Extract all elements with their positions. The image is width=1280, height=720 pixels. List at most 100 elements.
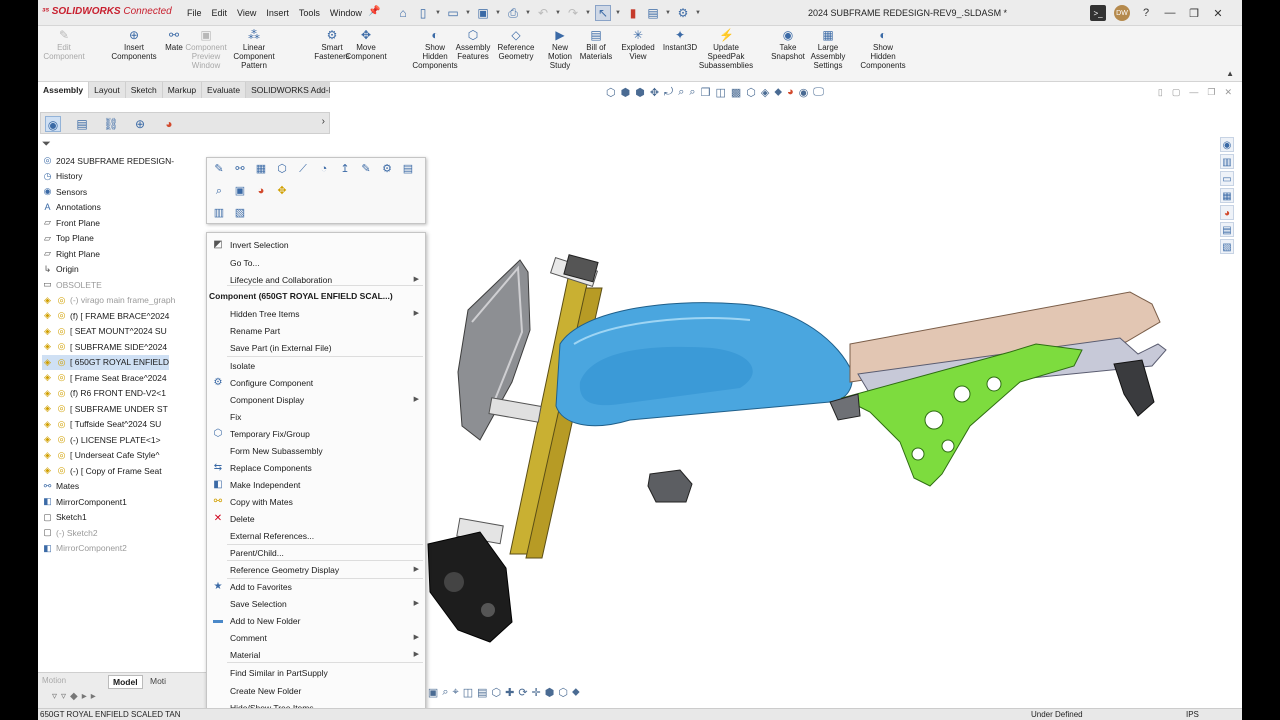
- menu-item[interactable]: Create New Folder: [207, 683, 425, 699]
- menu-item[interactable]: Hidden Tree Items ▶: [207, 306, 425, 322]
- menu-item[interactable]: Material ▶: [207, 647, 425, 663]
- display-manager-tab-icon[interactable]: ◕: [161, 116, 177, 132]
- tree-item[interactable]: ◈ ◎ [ Frame Seat Brace^2024: [42, 370, 167, 385]
- expand-arrow-icon[interactable]: ◈: [42, 295, 53, 306]
- save-icon[interactable]: ▣: [475, 5, 491, 21]
- menu-insert[interactable]: Insert: [266, 8, 289, 18]
- tree-item[interactable]: ◈ ◎ (f) [ FRAME BRACE^2024: [42, 308, 169, 323]
- assembly-model-view[interactable]: [330, 82, 1242, 708]
- chevron-down-icon[interactable]: ▼: [435, 10, 441, 16]
- tab-sketch[interactable]: Sketch: [125, 82, 163, 98]
- file-explorer-icon[interactable]: ▭: [1220, 171, 1234, 186]
- menu-item[interactable]: Save Selection ▶: [207, 596, 425, 612]
- dimxpert-tab-icon[interactable]: ⊕: [132, 116, 148, 132]
- menu-edit[interactable]: Edit: [212, 8, 228, 18]
- solidworks-logo[interactable]: ᶟˢ SOLIDWORKS Connected: [42, 6, 172, 17]
- redo-icon[interactable]: ↷: [565, 5, 581, 21]
- expand-arrow-icon[interactable]: ◈: [42, 388, 53, 399]
- tree-item[interactable]: ◈ ◎ [ Underseat Cafe Style^: [42, 448, 159, 463]
- tree-item[interactable]: ◈ ◎ (-) virago main frame_graph: [42, 293, 175, 308]
- custom-properties-icon[interactable]: ▤: [1220, 222, 1234, 237]
- tab-markup[interactable]: Markup: [162, 82, 203, 98]
- toolbar-icon[interactable]: ▣: [428, 686, 438, 699]
- rebuild-icon[interactable]: ▮: [625, 5, 641, 21]
- menu-item[interactable]: ⚙ Configure Component: [207, 375, 425, 391]
- toolbar-icon[interactable]: ✛: [532, 686, 541, 699]
- chevron-down-icon[interactable]: ▼: [585, 10, 591, 16]
- tree-item[interactable]: ◈ ◎ [ SEAT MOUNT^2024 SU: [42, 324, 167, 339]
- minimize-icon[interactable]: —: [1162, 5, 1178, 21]
- tree-item[interactable]: A Annotations: [42, 200, 100, 215]
- hide-icon[interactable]: ◔: [317, 162, 331, 176]
- menu-tools[interactable]: Tools: [299, 8, 320, 18]
- toolbar-icon[interactable]: ⌕: [442, 686, 448, 699]
- menu-item[interactable]: Save Part (in External File): [207, 340, 425, 356]
- command-prompt-icon[interactable]: >_: [1090, 5, 1106, 21]
- properties-icon[interactable]: ▤: [401, 162, 415, 176]
- tree-item[interactable]: ↳ Origin: [42, 262, 79, 277]
- design-library-icon[interactable]: ▥: [1220, 154, 1234, 169]
- tree-item[interactable]: ◧ MirrorComponent1: [42, 494, 127, 509]
- expand-arrow-icon[interactable]: ◈: [42, 419, 53, 430]
- appearance-color-icon[interactable]: ◕: [254, 184, 268, 198]
- property-manager-tab-icon[interactable]: ▤: [74, 116, 90, 132]
- zoom-to-selection-icon[interactable]: ⌕: [212, 184, 226, 198]
- menu-item[interactable]: Isolate: [207, 358, 425, 374]
- edit-part-icon[interactable]: ✎: [212, 162, 226, 176]
- menu-item[interactable]: Component Display ▶: [207, 392, 425, 408]
- tree-item[interactable]: ▭ OBSOLETE: [42, 277, 102, 292]
- restore-icon[interactable]: ❐: [1186, 5, 1202, 21]
- new-document-icon[interactable]: ▯: [415, 5, 431, 21]
- tree-item[interactable]: ▱ Right Plane: [42, 246, 100, 261]
- configuration-manager-tab-icon[interactable]: ⛓: [103, 116, 119, 132]
- study-toolbar-icons[interactable]: ▿▿◆▸▸: [52, 691, 100, 702]
- appearance-icon[interactable]: ⬡: [275, 162, 289, 176]
- filter-icon[interactable]: ⏷: [42, 138, 51, 151]
- menu-item[interactable]: ◧ Make Independent: [207, 477, 425, 493]
- tree-item[interactable]: ◈ ◎ [ 650GT ROYAL ENFIELD: [42, 354, 170, 370]
- tree-item[interactable]: ◈ ◎ [ Tuffside Seat^2024 SU: [42, 417, 161, 432]
- tree-item[interactable]: ◈ ◎ (-) LICENSE PLATE<1>: [42, 432, 161, 447]
- solidworks-resources-icon[interactable]: ◉: [1220, 137, 1234, 152]
- expand-arrow-icon[interactable]: ◈: [42, 450, 53, 461]
- tab-evaluate[interactable]: Evaluate: [202, 82, 247, 98]
- tree-item[interactable]: ◉ Sensors: [42, 184, 88, 199]
- tree-item[interactable]: ◈ ◎ (f) R6 FRONT END-V2<1: [42, 386, 166, 401]
- open-drawing-icon[interactable]: ▧: [233, 206, 247, 220]
- expand-arrow-icon[interactable]: ◈: [42, 326, 53, 337]
- forum-icon[interactable]: ▧: [1220, 239, 1234, 254]
- status-units[interactable]: IPS: [1186, 710, 1199, 719]
- user-avatar[interactable]: DW: [1114, 5, 1130, 21]
- menu-item[interactable]: Fix: [207, 409, 425, 425]
- expand-arrow-icon[interactable]: ◈: [42, 341, 53, 352]
- change-transparency-icon[interactable]: ✎: [359, 162, 373, 176]
- toolbar-icon[interactable]: ✚: [505, 686, 514, 699]
- tree-item[interactable]: ▱ Top Plane: [42, 231, 94, 246]
- tree-item[interactable]: ◈ ◎ (-) [ Copy of Frame Seat: [42, 463, 162, 478]
- help-icon[interactable]: ?: [1138, 5, 1154, 21]
- view-palette-icon[interactable]: ▦: [1220, 188, 1234, 203]
- tree-item[interactable]: ◷ History: [42, 169, 83, 184]
- chevron-down-icon[interactable]: ▼: [465, 10, 471, 16]
- tab-motion-study[interactable]: Moti: [146, 675, 170, 687]
- expand-arrow-icon[interactable]: ◈: [42, 372, 53, 383]
- menu-item[interactable]: Rename Part: [207, 323, 425, 339]
- menu-item[interactable]: ⚯ Copy with Mates: [207, 494, 425, 510]
- toolbar-icon[interactable]: ⟳: [518, 686, 527, 699]
- open-part-icon[interactable]: ▥: [212, 206, 226, 220]
- menu-item[interactable]: ◩ Invert Selection: [207, 237, 425, 253]
- close-icon[interactable]: ✕: [1210, 5, 1226, 21]
- tree-item[interactable]: ▢ (-) Sketch2: [42, 525, 97, 540]
- menu-item[interactable]: External References...: [207, 528, 425, 544]
- expand-arrow-icon[interactable]: ◈: [42, 434, 53, 445]
- toolbar-icon[interactable]: ⬡: [558, 686, 568, 699]
- menu-file[interactable]: File: [187, 8, 202, 18]
- ribbon-button-edit-component[interactable]: ✎ Edit Component: [38, 28, 96, 61]
- menu-item[interactable]: Find Similar in PartSupply: [207, 665, 425, 681]
- expand-arrow-icon[interactable]: ◈: [42, 403, 53, 414]
- home-icon[interactable]: ⌂: [395, 5, 411, 21]
- tree-item[interactable]: ◎ 2024 SUBFRAME REDESIGN-: [42, 153, 175, 168]
- menu-window[interactable]: Window: [330, 8, 362, 18]
- menu-item[interactable]: Reference Geometry Display ▶: [207, 562, 425, 578]
- options-gear-icon[interactable]: ⚙: [675, 5, 691, 21]
